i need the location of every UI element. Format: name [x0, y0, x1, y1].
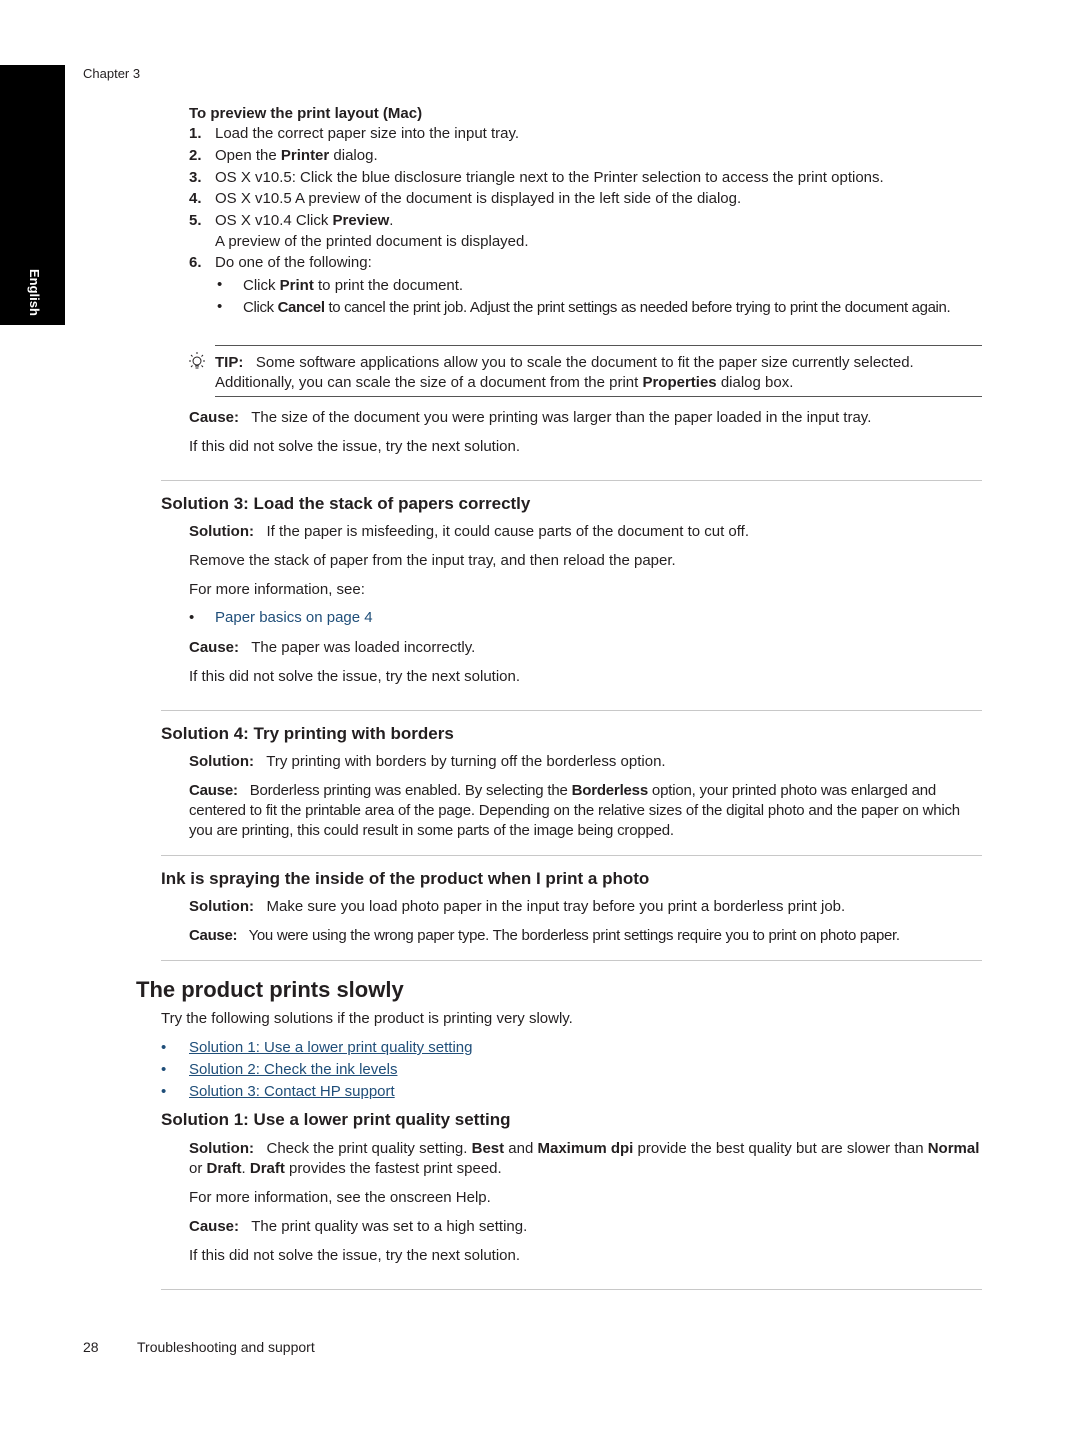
solution3-heading: Solution 3: Load the stack of papers cor… [161, 494, 531, 513]
solution3-link[interactable]: Solution 3: Contact HP support [189, 1083, 395, 1100]
paper-basics-link[interactable]: Paper basics on page 4 [215, 609, 373, 626]
divider [161, 960, 982, 961]
solution1-link[interactable]: Solution 1: Use a lower print quality se… [189, 1039, 472, 1056]
cause-text: Cause: The print quality was set to a hi… [189, 1218, 528, 1235]
section-heading: The product prints slowly [136, 977, 404, 1002]
divider [161, 1289, 982, 1290]
cause-text: Cause: The paper was loaded incorrectly. [189, 639, 476, 656]
cause-text: Cause: The size of the document you were… [189, 409, 872, 426]
next-solution-text: If this did not solve the issue, try the… [189, 1247, 521, 1264]
solution-text: Solution: Check the print quality settin… [189, 1140, 980, 1177]
solution2-link[interactable]: Solution 2: Check the ink levels [189, 1061, 397, 1078]
step-number: 1. [189, 125, 202, 142]
step-number: 5. [189, 212, 202, 229]
solution-text: Solution: Try printing with borders by t… [189, 753, 666, 770]
step-text: Load the correct paper size into the inp… [215, 125, 520, 142]
procedure-title: To preview the print layout (Mac) [189, 105, 423, 122]
cause-text: Cause: Borderless printing was enabled. … [189, 782, 960, 839]
instruction-text: Remove the stack of paper from the input… [189, 552, 676, 569]
step-number: 6. [189, 254, 202, 271]
tip-top-rule [215, 345, 982, 346]
next-solution-text: If this did not solve the issue, try the… [189, 438, 521, 455]
language-label: English [27, 269, 42, 316]
more-info-text: For more information, see: [189, 581, 365, 598]
bullet: • [217, 298, 223, 315]
language-tab: English [0, 65, 65, 325]
cause-text: Cause: You were using the wrong paper ty… [189, 927, 900, 944]
footer-section: Troubleshooting and support [137, 1339, 315, 1355]
step-text: Do one of the following: [215, 254, 372, 271]
next-solution-text: If this did not solve the issue, try the… [189, 668, 521, 685]
bullet: • [217, 276, 223, 293]
solution1-heading: Solution 1: Use a lower print quality se… [161, 1110, 511, 1129]
chapter-label: Chapter 3 [83, 66, 141, 81]
step-number: 3. [189, 169, 202, 186]
step-number: 4. [189, 190, 202, 207]
bullet: • [161, 1083, 167, 1100]
bullet-text: Click Print to print the document. [243, 277, 464, 294]
solution4-heading: Solution 4: Try printing with borders [161, 724, 454, 743]
step-text: Open the Printer dialog. [215, 147, 378, 164]
bullet: • [189, 609, 195, 626]
tip-bottom-rule [215, 396, 982, 397]
more-info-text: For more information, see the onscreen H… [189, 1189, 491, 1206]
step-text: OS X v10.4 Click Preview. [215, 212, 394, 229]
divider [161, 710, 982, 711]
step-number: 2. [189, 147, 202, 164]
lightbulb-icon [186, 351, 208, 378]
solution-text: Solution: If the paper is misfeeding, it… [189, 523, 749, 540]
page-number: 28 [83, 1339, 99, 1355]
step-text: OS X v10.5 A preview of the document is … [215, 190, 742, 207]
tip-text: TIP: Some software applications allow yo… [215, 354, 914, 391]
bullet: • [161, 1061, 167, 1078]
divider [161, 480, 982, 481]
intro-text: Try the following solutions if the produ… [161, 1010, 573, 1027]
divider [161, 855, 982, 856]
bullet-text: Click Cancel to cancel the print job. Ad… [243, 299, 951, 316]
step-text: OS X v10.5: Click the blue disclosure tr… [215, 169, 884, 186]
step-note: A preview of the printed document is dis… [215, 233, 529, 250]
solution-text: Solution: Make sure you load photo paper… [189, 898, 846, 915]
ink-heading: Ink is spraying the inside of the produc… [161, 869, 650, 888]
bullet: • [161, 1039, 167, 1056]
